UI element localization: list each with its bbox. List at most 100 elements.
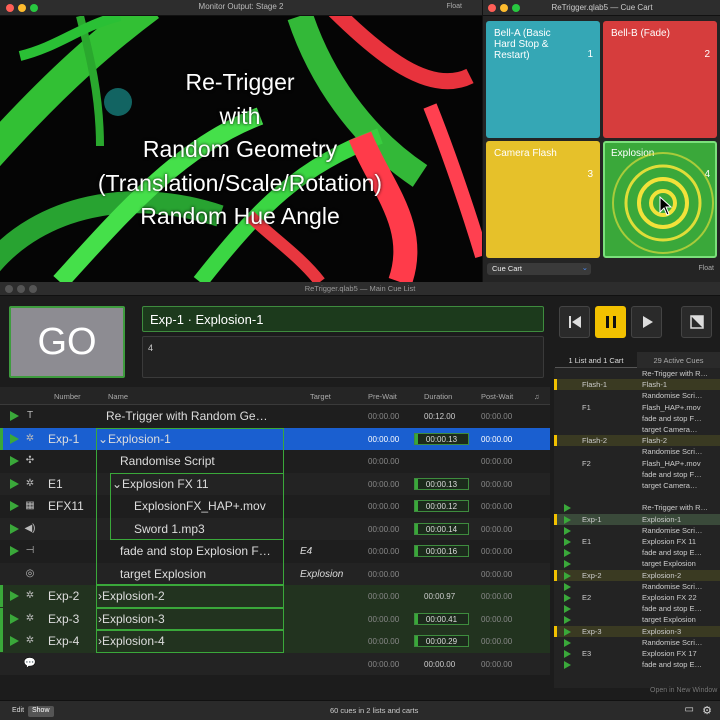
panic-button[interactable] xyxy=(681,306,712,338)
active-cue-item[interactable]: fade and stop F… xyxy=(554,413,720,424)
active-cue-item[interactable]: target Camera… xyxy=(554,424,720,435)
active-cue-item[interactable]: target Explosion xyxy=(554,614,720,625)
play-icon[interactable] xyxy=(564,538,571,546)
cue-row[interactable]: ✲ E1 ⌄Explosion FX 11 00:00.00 00:00.13 00:00… xyxy=(0,472,550,495)
cart-pad-bell-a[interactable]: Bell-A (Basic Hard Stop & Restart) 1 xyxy=(486,21,600,138)
previous-button[interactable] xyxy=(559,306,590,338)
cue-row[interactable]: 💬 00:00.00 00:00.00 00:00.00 xyxy=(0,652,550,675)
cart-float-toggle[interactable]: Float xyxy=(698,265,714,272)
edit-mode-button[interactable]: Edit xyxy=(8,706,28,717)
active-cue-item[interactable]: fade and stop E… xyxy=(554,659,720,670)
active-cue-name: Randomise Scri… xyxy=(642,637,703,647)
play-icon[interactable] xyxy=(10,478,19,489)
go-button[interactable]: GO xyxy=(9,306,125,378)
active-cue-item[interactable]: E3 Explosion FX 17 xyxy=(554,648,720,659)
cart-titlebar[interactable]: ReTrigger.qlab5 — Cue Cart xyxy=(483,0,720,16)
play-icon[interactable] xyxy=(10,456,19,466)
active-cue-item[interactable]: target Camera… xyxy=(554,480,720,491)
column-target[interactable]: Target xyxy=(310,392,331,401)
cue-row[interactable]: ✲ Exp-3 ›Explosion-3 00:00.00 00:00.41 00:00.… xyxy=(0,607,550,630)
play-icon[interactable] xyxy=(10,501,19,511)
active-cue-item[interactable] xyxy=(554,491,720,502)
active-cue-item[interactable]: Randomise Scri… xyxy=(554,390,720,401)
play-icon[interactable] xyxy=(564,526,571,535)
cart-selector[interactable]: Cue Cart ⌄ xyxy=(487,263,591,275)
play-icon[interactable] xyxy=(564,616,571,625)
play-icon[interactable] xyxy=(10,433,19,444)
cue-row[interactable]: T Re-Trigger with Random Ge… 00:00.00 00:12… xyxy=(0,405,550,428)
play-icon[interactable] xyxy=(564,549,571,558)
column-name[interactable]: Name xyxy=(108,392,128,401)
open-window-button[interactable]: Open in New Window xyxy=(650,687,717,694)
cue-row[interactable]: ▦ EFX11 ExplosionFX_HAP+.mov 00:00.00 00:00.… xyxy=(0,495,550,518)
panel-icon[interactable]: ▭ xyxy=(685,704,694,715)
active-cue-number: Exp-1 xyxy=(582,514,602,524)
active-cue-item[interactable]: Flash-1 Flash-1 xyxy=(554,379,720,391)
cart-pad-camera-flash[interactable]: Camera Flash 3 xyxy=(486,141,600,258)
active-cue-item[interactable]: fade and stop E… xyxy=(554,603,720,614)
cue-type-icon: ◎ xyxy=(25,567,35,579)
cue-row[interactable]: ◎ target Explosion Explosion 00:00.00 00:00.… xyxy=(0,562,550,585)
pause-button[interactable] xyxy=(595,306,626,338)
active-cue-item[interactable]: Exp-2 Explosion-2 xyxy=(554,569,720,581)
play-icon[interactable] xyxy=(10,636,19,646)
active-cue-item[interactable]: Randomise Scri… xyxy=(554,446,720,457)
cue-row[interactable]: ✲ Exp-2 ›Explosion-2 00:00.00 00:00.97 00:00.… xyxy=(0,585,550,608)
play-icon[interactable] xyxy=(564,594,571,602)
cue-row[interactable]: ✲ Exp-1 ⌄Explosion-1 00:00.00 00:00.13 00:00.… xyxy=(0,427,550,450)
active-cue-item[interactable]: Flash-2 Flash-2 xyxy=(554,435,720,447)
active-cue-item[interactable]: target Explosion xyxy=(554,558,720,569)
column-postwait[interactable]: Post-Wait xyxy=(481,392,513,401)
resume-button[interactable] xyxy=(631,306,662,338)
cue-row[interactable]: ✲ Exp-4 ›Explosion-4 00:00.00 00:00.29 00:00.… xyxy=(0,630,550,653)
play-icon[interactable] xyxy=(10,613,19,624)
active-cue-item[interactable]: Randomise Scri… xyxy=(554,525,720,536)
active-cue-item[interactable]: F2 Flash_HAP+.mov xyxy=(554,458,720,469)
play-icon[interactable] xyxy=(564,515,571,524)
play-icon[interactable] xyxy=(564,504,571,513)
active-cue-item[interactable]: Exp-3 Explosion-3 xyxy=(554,625,720,637)
active-cue-item[interactable]: F1 Flash_HAP+.mov xyxy=(554,402,720,413)
active-cue-item[interactable]: E2 Explosion FX 22 xyxy=(554,592,720,603)
main-titlebar[interactable]: ReTrigger.qlab5 — Main Cue List xyxy=(0,282,720,296)
play-icon[interactable] xyxy=(564,582,571,591)
cue-row[interactable]: ◀) Sword 1.mp3 00:00.00 00:00.14 00:00.00 xyxy=(0,517,550,540)
monitor-float-toggle[interactable]: Float xyxy=(446,3,462,10)
active-cue-item[interactable]: Re-Trigger with R… xyxy=(554,502,720,513)
pad-number: 1 xyxy=(587,49,593,60)
cue-color-marker xyxy=(554,513,557,525)
active-cue-item[interactable]: fade and stop E… xyxy=(554,547,720,558)
play-icon[interactable] xyxy=(564,627,571,636)
play-icon[interactable] xyxy=(10,523,19,534)
cue-number: Exp-2 xyxy=(48,589,80,603)
active-cue-item[interactable]: Exp-1 Explosion-1 xyxy=(554,513,720,525)
active-cue-item[interactable]: E1 Explosion FX 11 xyxy=(554,536,720,547)
play-icon[interactable] xyxy=(564,560,571,569)
column-duration[interactable]: Duration xyxy=(424,392,452,401)
play-icon[interactable] xyxy=(10,591,19,601)
cue-row[interactable]: ✣ Randomise Script 00:00.00 00:00.00 xyxy=(0,450,550,473)
tab-active-cues[interactable]: 29 Active Cues xyxy=(637,352,720,368)
cue-notes-field[interactable]: 4 xyxy=(142,336,544,378)
cue-cart-window: ReTrigger.qlab5 — Cue Cart Bell-A (Basic… xyxy=(482,0,720,282)
play-icon[interactable] xyxy=(10,411,19,421)
settings-gear-icon[interactable]: ⚙ xyxy=(702,704,712,717)
play-icon[interactable] xyxy=(564,571,571,580)
play-icon[interactable] xyxy=(564,650,571,658)
cue-name-field[interactable]: Exp-1 · Explosion-1 xyxy=(142,306,544,332)
column-prewait[interactable]: Pre-Wait xyxy=(368,392,397,401)
active-cue-item[interactable]: Randomise Scri… xyxy=(554,581,720,592)
active-cue-item[interactable]: fade and stop F… xyxy=(554,469,720,480)
show-mode-button[interactable]: Show xyxy=(28,706,54,717)
play-icon[interactable] xyxy=(564,638,571,647)
play-icon[interactable] xyxy=(564,661,571,670)
cue-row[interactable]: ⊣ fade and stop Explosion F… E4 00:00.00 00:… xyxy=(0,540,550,563)
play-icon[interactable] xyxy=(564,605,571,614)
monitor-titlebar[interactable]: Monitor Output: Stage 2 Float xyxy=(0,0,482,16)
play-icon[interactable] xyxy=(10,546,19,556)
tab-lists[interactable]: 1 List and 1 Cart xyxy=(555,352,637,368)
column-number[interactable]: Number xyxy=(54,392,81,401)
cart-pad-bell-b[interactable]: Bell-B (Fade) 2 xyxy=(603,21,717,138)
active-cue-item[interactable]: Randomise Scri… xyxy=(554,637,720,648)
active-cue-item[interactable]: Re-Trigger with R… xyxy=(554,368,720,379)
